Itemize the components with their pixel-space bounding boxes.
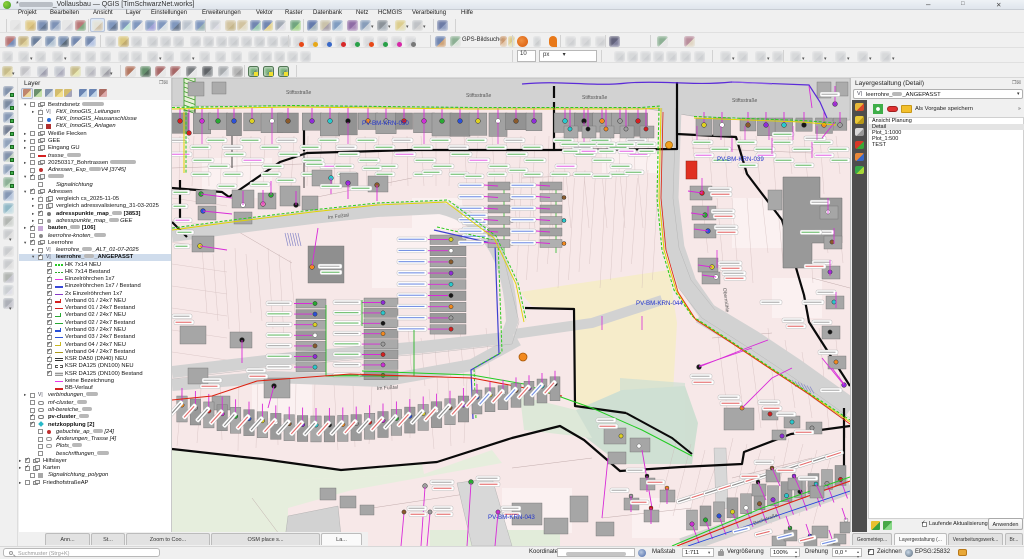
svg-text:PV-BM-KRN-039: PV-BM-KRN-039	[717, 156, 764, 163]
svg-text:PV-BM-KRN-050: PV-BM-KRN-050	[362, 120, 409, 127]
svg-text:Stiftsstraße: Stiftsstraße	[466, 93, 492, 99]
svg-text:Stiftsstraße: Stiftsstraße	[582, 95, 608, 101]
svg-text:Stiftsstraße: Stiftsstraße	[286, 90, 312, 96]
svg-text:PV-BM-KRN-044: PV-BM-KRN-044	[636, 300, 683, 307]
svg-text:PV-BM-KRN-043: PV-BM-KRN-043	[488, 514, 535, 521]
svg-text:Stiftsstraße: Stiftsstraße	[732, 98, 758, 104]
